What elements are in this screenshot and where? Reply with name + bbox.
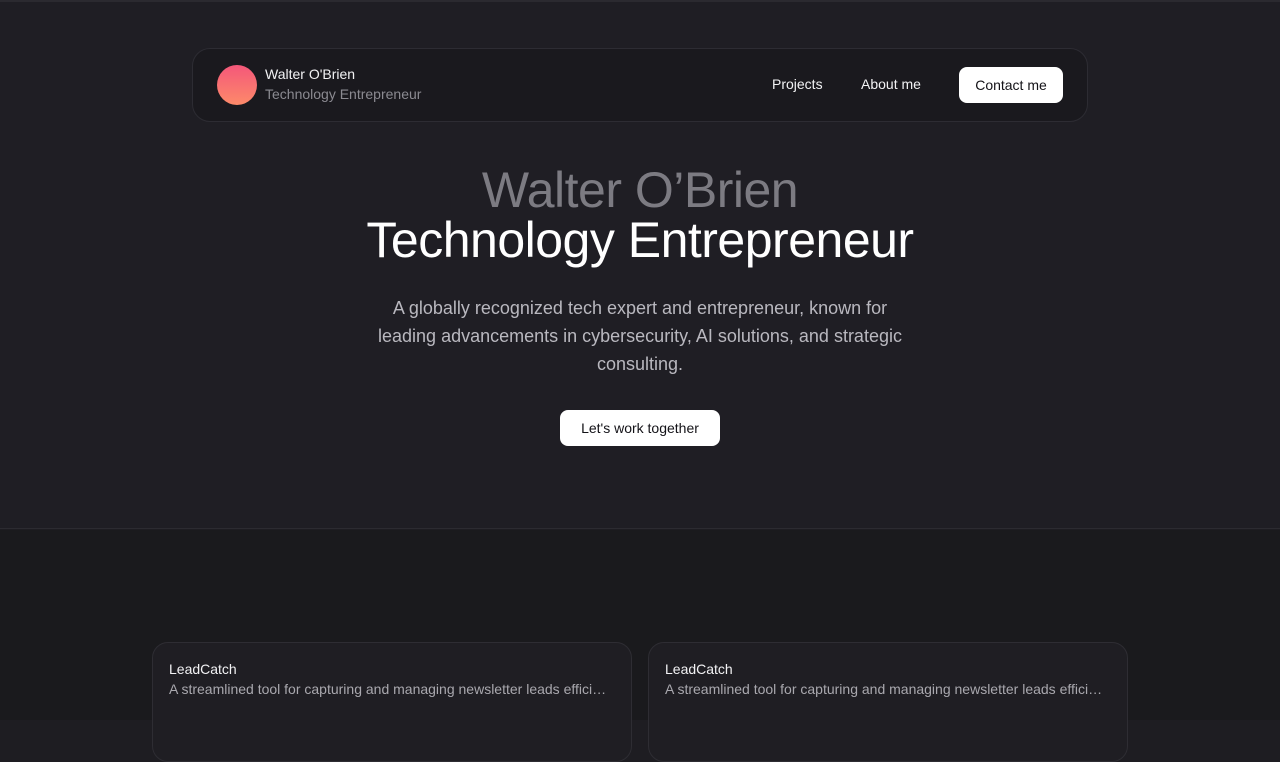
hero-description: A globally recognized tech expert and en…: [378, 298, 902, 374]
navbar: Walter O'Brien Technology Entrepreneur P…: [192, 48, 1088, 122]
hero-title-role: Technology Entrepreneur: [366, 212, 914, 268]
project-card[interactable]: LeadCatch A streamlined tool for capturi…: [152, 642, 632, 762]
projects-section: LeadCatch A streamlined tool for capturi…: [0, 530, 1280, 762]
nav-link-about[interactable]: About me: [861, 76, 921, 92]
brand-name[interactable]: Walter O'Brien: [265, 66, 355, 82]
nav-link-projects[interactable]: Projects: [772, 76, 823, 92]
project-title: LeadCatch: [665, 661, 733, 677]
project-description: A streamlined tool for capturing and man…: [665, 681, 1105, 697]
project-card[interactable]: LeadCatch A streamlined tool for capturi…: [648, 642, 1128, 762]
top-border: [0, 0, 1280, 2]
project-description: A streamlined tool for capturing and man…: [169, 681, 609, 697]
avatar[interactable]: [217, 65, 257, 105]
project-title: LeadCatch: [169, 661, 237, 677]
contact-button[interactable]: Contact me: [959, 67, 1063, 103]
brand-subtitle: Technology Entrepreneur: [265, 86, 422, 102]
work-together-button[interactable]: Let's work together: [560, 410, 720, 446]
hero-section: Walter O'Brien Technology Entrepreneur P…: [0, 0, 1280, 529]
